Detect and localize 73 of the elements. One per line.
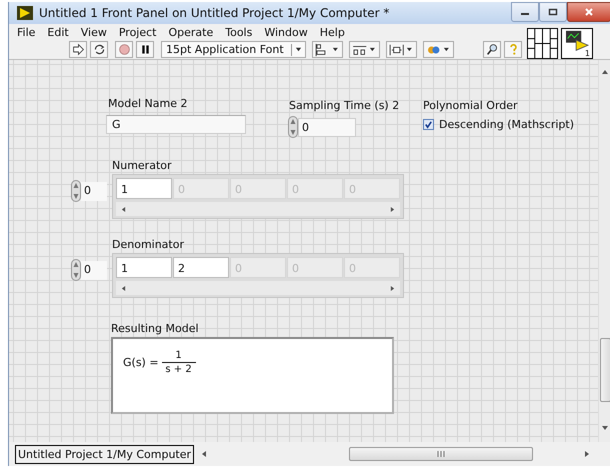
close-button[interactable] <box>567 2 610 22</box>
run-continuously-icon <box>92 43 106 56</box>
window-title: Untitled 1 Front Panel on Untitled Project 1/My Computer * <box>39 6 390 20</box>
array-label: Denominator <box>112 238 184 251</box>
control-label: Polynomial Order <box>423 99 518 112</box>
scroll-right-icon[interactable] <box>390 206 395 212</box>
menu-item[interactable]: Help <box>320 26 345 38</box>
increment-decrement-icon[interactable] <box>71 259 81 281</box>
maximize-icon <box>548 8 558 16</box>
maximize-button[interactable] <box>539 2 567 22</box>
caret-icon <box>406 46 413 53</box>
search-button[interactable] <box>483 41 501 58</box>
caret-icon <box>295 46 302 53</box>
menu-item[interactable]: Tools <box>225 26 252 38</box>
font-dropdown[interactable]: 15pt Application Font <box>161 41 306 58</box>
reorder-button[interactable] <box>423 41 454 58</box>
pause-button[interactable] <box>136 41 154 58</box>
menu-item[interactable]: Project <box>118 26 156 38</box>
scroll-right-icon[interactable] <box>390 284 395 292</box>
context-label[interactable]: Untitled Project 1/My Computer <box>15 444 194 464</box>
string-field[interactable]: G <box>106 115 246 134</box>
array-element[interactable]: 2 <box>173 257 229 278</box>
scroll-right-icon[interactable] <box>583 450 591 458</box>
caret-icon <box>369 46 376 53</box>
run-icon <box>72 43 84 56</box>
search-icon <box>486 43 498 56</box>
scrollbar-thumb[interactable] <box>349 447 533 461</box>
scroll-down-icon[interactable] <box>601 424 609 432</box>
align-objects-button[interactable] <box>312 41 343 58</box>
distribute-objects-button[interactable] <box>349 41 380 58</box>
app-icon <box>17 6 33 20</box>
control-label: Model Name 2 <box>108 97 188 110</box>
fraction-denominator: s + 2 <box>165 364 192 375</box>
menu-item[interactable]: Operate <box>168 26 214 38</box>
array-scrollbar[interactable] <box>116 202 400 216</box>
array-index-field[interactable]: 0 <box>81 182 107 200</box>
checkbox[interactable] <box>423 119 434 130</box>
resize-objects-button[interactable] <box>386 41 417 58</box>
scrollbar-thumb[interactable] <box>600 338 610 402</box>
increment-decrement-icon[interactable] <box>288 116 298 138</box>
close-icon <box>584 8 594 16</box>
checkbox-label: Descending (Mathscript) <box>439 118 574 131</box>
menu-item[interactable]: Edit <box>47 26 69 38</box>
increment-decrement-icon[interactable] <box>71 180 81 202</box>
array-element[interactable]: 1 <box>116 257 172 278</box>
scroll-left-icon[interactable] <box>121 206 126 212</box>
vi-icon[interactable]: 1 <box>561 28 593 59</box>
array-element[interactable]: 1 <box>116 178 172 199</box>
array-scrollbar[interactable] <box>116 281 400 295</box>
control-label: Sampling Time (s) 2 <box>289 99 400 112</box>
scroll-up-icon[interactable] <box>601 68 609 76</box>
connector-pane-icon[interactable] <box>527 28 558 59</box>
run-continuously-button[interactable] <box>90 41 108 58</box>
abort-icon <box>118 43 130 56</box>
run-button[interactable] <box>69 41 87 58</box>
menu-item[interactable]: File <box>17 26 36 38</box>
array-index-field[interactable]: 0 <box>81 260 107 280</box>
vertical-scrollbar[interactable] <box>598 60 610 442</box>
array-label: Numerator <box>112 159 172 172</box>
caret-icon <box>332 46 339 53</box>
indicator-label: Resulting Model <box>111 322 199 335</box>
caret-icon <box>443 46 450 53</box>
equation-lhs: G(s) = <box>123 356 159 369</box>
terminal-number: 1 <box>584 49 590 58</box>
fraction-numerator: 1 <box>175 350 182 361</box>
numeric-field[interactable]: 0 <box>298 118 356 136</box>
minimize-button[interactable] <box>511 2 539 22</box>
menu-item[interactable]: Window <box>264 26 308 38</box>
resize-objects-icon <box>389 42 406 56</box>
scroll-left-icon[interactable] <box>200 450 208 458</box>
grip-icon <box>437 451 445 457</box>
scroll-left-icon[interactable] <box>121 284 126 292</box>
menu-item[interactable]: View <box>80 26 107 38</box>
